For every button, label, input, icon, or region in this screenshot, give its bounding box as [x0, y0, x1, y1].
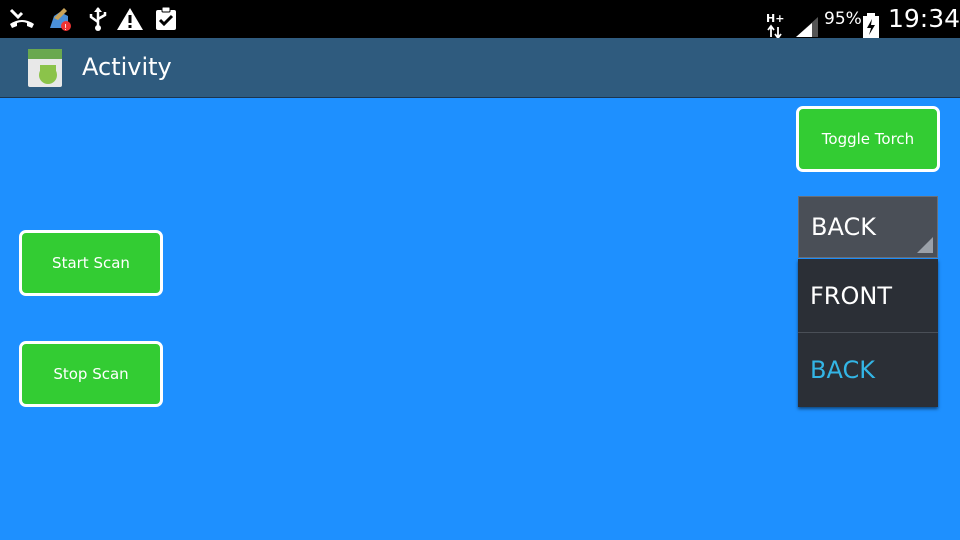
- android-app-icon[interactable]: [26, 47, 64, 89]
- page-title: Activity: [82, 53, 172, 81]
- option-label: FRONT: [810, 282, 892, 310]
- camera-dropdown-list: FRONT BACK: [798, 259, 938, 407]
- camera-spinner[interactable]: BACK: [798, 196, 938, 258]
- network-type-text: H+: [766, 12, 784, 25]
- dropdown-option-back[interactable]: BACK: [798, 333, 938, 407]
- app-notification-icon: !: [50, 8, 71, 32]
- clock: 19:34: [888, 4, 960, 33]
- option-label: BACK: [810, 356, 875, 384]
- action-bar: Activity: [0, 38, 960, 98]
- status-bar: ! H+ 95% 19:34: [0, 0, 960, 40]
- toggle-torch-button[interactable]: Toggle Torch: [796, 106, 940, 172]
- clipboard-check-icon: [156, 6, 176, 30]
- stop-scan-button[interactable]: Stop Scan: [19, 341, 163, 407]
- svg-text:!: !: [64, 23, 67, 32]
- start-scan-button[interactable]: Start Scan: [19, 230, 163, 296]
- dropdown-option-front[interactable]: FRONT: [798, 259, 938, 333]
- warning-icon: [117, 8, 143, 30]
- spinner-dropdown-icon: [917, 237, 933, 253]
- usb-icon: [89, 7, 107, 31]
- missed-call-icon: [9, 8, 34, 28]
- battery-percent: 95%: [824, 9, 862, 29]
- spinner-selected-value: BACK: [811, 213, 876, 241]
